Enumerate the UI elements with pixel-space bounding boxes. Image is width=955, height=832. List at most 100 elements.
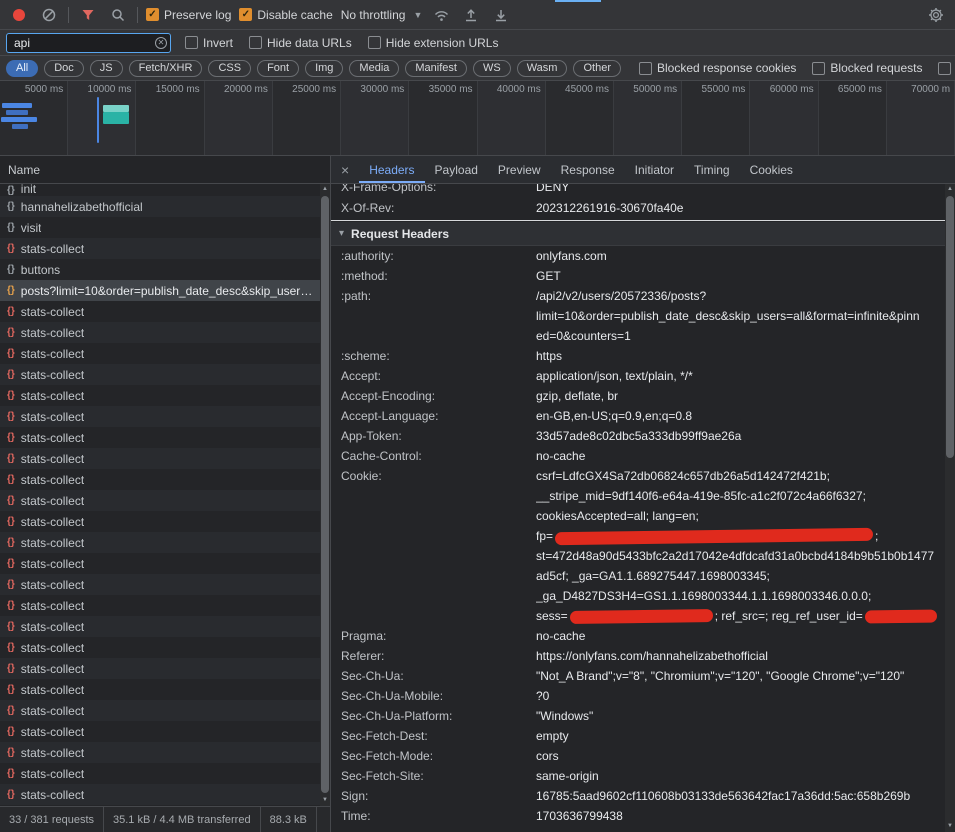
request-row[interactable]: {}stats-collect [0, 763, 320, 784]
record-button[interactable] [8, 4, 30, 26]
tab-cookies[interactable]: Cookies [740, 156, 803, 183]
request-headers-title: Request Headers [351, 227, 449, 241]
record-icon [13, 9, 25, 21]
tab-initiator[interactable]: Initiator [625, 156, 684, 183]
request-headers-section-header[interactable]: ▾ Request Headers [331, 222, 945, 246]
tab-preview[interactable]: Preview [488, 156, 551, 183]
request-list-scrollbar[interactable]: ▲ ▼ [320, 184, 330, 806]
request-row[interactable]: {}stats-collect [0, 448, 320, 469]
search-button[interactable] [107, 4, 129, 26]
request-row[interactable]: {}stats-collect [0, 238, 320, 259]
name-column-header[interactable]: Name [0, 156, 330, 184]
type-filter-img[interactable]: Img [305, 60, 343, 77]
request-row[interactable]: {}stats-collect [0, 490, 320, 511]
request-row[interactable]: {}stats-collect [0, 427, 320, 448]
checkbox-label: Invert [203, 36, 233, 50]
tab-response[interactable]: Response [551, 156, 625, 183]
request-row[interactable]: {}stats-collect [0, 658, 320, 679]
script-braces-icon: {} [7, 705, 15, 716]
tab-timing[interactable]: Timing [684, 156, 740, 183]
checkbox-blocked-requests[interactable]: ✓Blocked requests [812, 61, 922, 75]
request-row[interactable]: {}buttons [0, 259, 320, 280]
type-filter-manifest[interactable]: Manifest [405, 60, 467, 77]
scrollbar-thumb[interactable] [946, 196, 954, 458]
request-row[interactable]: {}stats-collect [0, 595, 320, 616]
network-filter-input[interactable] [6, 33, 171, 53]
header-value: csrf=LdfcGX4Sa72db06824c657db26a5d142472… [536, 466, 945, 626]
type-filter-checkboxes: ✓Blocked response cookies ✓Blocked reques… [639, 61, 955, 75]
type-filter-css[interactable]: CSS [208, 60, 251, 77]
request-row[interactable]: {}stats-collect [0, 343, 320, 364]
request-row[interactable]: {}stats-collect [0, 364, 320, 385]
request-row[interactable]: {}stats-collect [0, 532, 320, 553]
request-row[interactable]: {}init [0, 184, 320, 196]
request-row[interactable]: {}stats-collect [0, 784, 320, 805]
request-name: stats-collect [21, 452, 84, 466]
disable-cache-checkbox[interactable]: ✓ Disable cache [239, 8, 332, 22]
request-name: stats-collect [21, 326, 84, 340]
request-row[interactable]: {}stats-collect [0, 742, 320, 763]
checkbox-3rd-party-requests[interactable]: ✓3rd-party requests [938, 61, 955, 75]
request-row[interactable]: {}stats-collect [0, 406, 320, 427]
throttling-select[interactable]: No throttling ▼ [341, 8, 423, 22]
script-braces-icon: {} [7, 411, 15, 422]
checkbox-hide-extension-urls[interactable]: ✓Hide extension URLs [368, 36, 499, 50]
request-row[interactable]: {}stats-collect [0, 511, 320, 532]
request-row[interactable]: {}stats-collect [0, 553, 320, 574]
request-row[interactable]: {}stats-collect [0, 469, 320, 490]
type-filter-wasm[interactable]: Wasm [517, 60, 568, 77]
type-filter-js[interactable]: JS [90, 60, 123, 77]
type-filter-font[interactable]: Font [257, 60, 299, 77]
request-row[interactable]: {}stats-collect [0, 679, 320, 700]
redaction-scribble [865, 610, 937, 624]
preserve-log-checkbox[interactable]: ✓ Preserve log [146, 8, 231, 22]
type-filter-other[interactable]: Other [573, 60, 621, 77]
scroll-up-icon[interactable]: ▲ [945, 184, 955, 195]
request-row[interactable]: {}stats-collect [0, 385, 320, 406]
upload-icon [463, 7, 479, 23]
clear-filter-icon[interactable]: ✕ [155, 37, 167, 49]
settings-button[interactable] [925, 4, 947, 26]
request-name: stats-collect [21, 620, 84, 634]
type-filter-doc[interactable]: Doc [44, 60, 84, 77]
checkbox-blocked-response-cookies[interactable]: ✓Blocked response cookies [639, 61, 796, 75]
detail-scrollbar[interactable]: ▲ ▼ [945, 184, 955, 832]
filter-toggle-button[interactable] [77, 4, 99, 26]
scrollbar-thumb[interactable] [321, 196, 329, 793]
type-filter-all[interactable]: All [6, 60, 38, 77]
header-value-line: ad5cf; _ga=GA1.1.689275447.1698003345; [536, 566, 945, 586]
tab-headers[interactable]: Headers [359, 156, 424, 183]
scroll-up-icon[interactable]: ▲ [320, 184, 330, 195]
close-detail-button[interactable]: × [331, 156, 359, 183]
clear-button[interactable] [38, 4, 60, 26]
request-row[interactable]: {}stats-collect [0, 301, 320, 322]
header-value-line: fp=; [536, 526, 945, 546]
header-name: X-Of-Rev: [341, 198, 536, 218]
request-name: stats-collect [21, 662, 84, 676]
request-row[interactable]: {}stats-collect [0, 721, 320, 742]
scroll-down-icon[interactable]: ▼ [945, 821, 955, 832]
type-filter-fetch-xhr[interactable]: Fetch/XHR [129, 60, 203, 77]
request-detail-panel: × HeadersPayloadPreviewResponseInitiator… [331, 156, 955, 832]
request-row[interactable]: {}hannahelizabethofficial [0, 196, 320, 217]
network-overview-timeline[interactable]: 5000 ms10000 ms15000 ms20000 ms25000 ms3… [0, 81, 955, 156]
request-row[interactable]: {}posts?limit=10&order=publish_date_desc… [0, 280, 320, 301]
export-har-button[interactable] [490, 4, 512, 26]
request-name: stats-collect [21, 725, 84, 739]
type-filter-ws[interactable]: WS [473, 60, 511, 77]
checkbox-invert[interactable]: ✓Invert [185, 36, 233, 50]
request-row[interactable]: {}stats-collect [0, 616, 320, 637]
tab-payload[interactable]: Payload [425, 156, 488, 183]
request-row[interactable]: {}stats-collect [0, 700, 320, 721]
request-row[interactable]: {}stats-collect [0, 574, 320, 595]
checkbox-hide-data-urls[interactable]: ✓Hide data URLs [249, 36, 352, 50]
timeline-column: 55000 ms [682, 81, 750, 155]
type-filter-media[interactable]: Media [349, 60, 399, 77]
header-row: Accept-Encoding:gzip, deflate, br [331, 386, 945, 406]
request-row[interactable]: {}stats-collect [0, 322, 320, 343]
request-row[interactable]: {}visit [0, 217, 320, 238]
import-har-button[interactable] [460, 4, 482, 26]
request-row[interactable]: {}stats-collect [0, 637, 320, 658]
network-conditions-button[interactable] [430, 4, 452, 26]
scroll-down-icon[interactable]: ▼ [320, 795, 330, 806]
